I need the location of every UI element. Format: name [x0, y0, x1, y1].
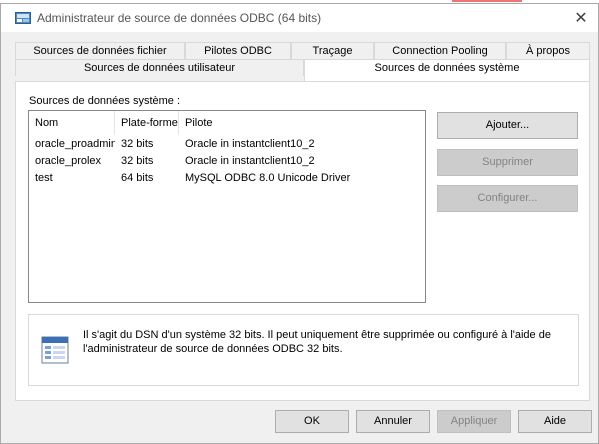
- dsn-name: test: [35, 172, 53, 184]
- tab-connection-pooling[interactable]: Connection Pooling: [374, 42, 506, 59]
- system-dsn-label: Sources de données système :: [29, 95, 181, 107]
- table-row[interactable]: oracle_prolex 32 bits Oracle in instantc…: [29, 153, 425, 170]
- dsn-driver: Oracle in instantclient10_2: [185, 155, 315, 167]
- cancel-button[interactable]: Annuler: [356, 410, 430, 433]
- apply-button[interactable]: Appliquer: [437, 410, 511, 433]
- remove-button[interactable]: Supprimer: [437, 149, 578, 176]
- help-button[interactable]: Aide: [518, 410, 592, 433]
- title-bar: Administrateur de source de données ODBC…: [1, 4, 598, 32]
- close-button[interactable]: ✕: [564, 4, 598, 32]
- tab-odbc-drivers[interactable]: Pilotes ODBC: [185, 42, 291, 59]
- dsn-list[interactable]: Nom Plate-forme Pilote oracle_proadmin 3…: [28, 110, 426, 303]
- dsn-platform: 64 bits: [121, 172, 154, 184]
- dialog-client-area: Sources de données fichier Pilotes ODBC …: [1, 32, 598, 443]
- table-row[interactable]: oracle_proadmin 32 bits Oracle in instan…: [29, 136, 425, 153]
- ok-button[interactable]: OK: [275, 410, 349, 433]
- info-box: Il s'agit du DSN d'un système 32 bits. I…: [28, 314, 579, 386]
- system-dsn-panel: Sources de données système : Nom Plate-f…: [15, 81, 590, 401]
- tab-about[interactable]: À propos: [506, 42, 590, 59]
- info-message: Il s'agit du DSN d'un système 32 bits. I…: [83, 329, 551, 355]
- column-header-driver[interactable]: Pilote: [179, 111, 425, 135]
- column-header-platform[interactable]: Plate-forme: [115, 111, 179, 135]
- column-header-name[interactable]: Nom: [29, 111, 115, 135]
- window-title: Administrateur de source de données ODBC…: [37, 11, 322, 25]
- add-button[interactable]: Ajouter...: [437, 112, 578, 139]
- dsn-platform: 32 bits: [121, 155, 154, 167]
- dsn-driver: Oracle in instantclient10_2: [185, 138, 315, 150]
- dsn-platform: 32 bits: [121, 138, 154, 150]
- tab-tracing[interactable]: Traçage: [291, 42, 374, 59]
- dsn-name: oracle_proadmin: [35, 138, 115, 150]
- tab-system-dsn[interactable]: Sources de données système: [304, 59, 590, 81]
- odbc-admin-icon: [15, 12, 31, 24]
- dsn-driver: MySQL ODBC 8.0 Unicode Driver: [185, 172, 351, 184]
- close-icon: ✕: [574, 10, 588, 27]
- dsn-name: oracle_prolex: [35, 155, 102, 167]
- data-sheet-icon: [41, 336, 69, 364]
- odbc-admin-window: Administrateur de source de données ODBC…: [0, 3, 599, 444]
- table-row[interactable]: test 64 bits MySQL ODBC 8.0 Unicode Driv…: [29, 170, 425, 187]
- tab-user-dsn[interactable]: Sources de données utilisateur: [15, 59, 304, 76]
- tab-file-dsn[interactable]: Sources de données fichier: [15, 42, 185, 59]
- configure-button[interactable]: Configurer...: [437, 185, 578, 212]
- dsn-list-header: Nom Plate-forme Pilote: [29, 111, 425, 135]
- underline-mark: [452, 0, 522, 2]
